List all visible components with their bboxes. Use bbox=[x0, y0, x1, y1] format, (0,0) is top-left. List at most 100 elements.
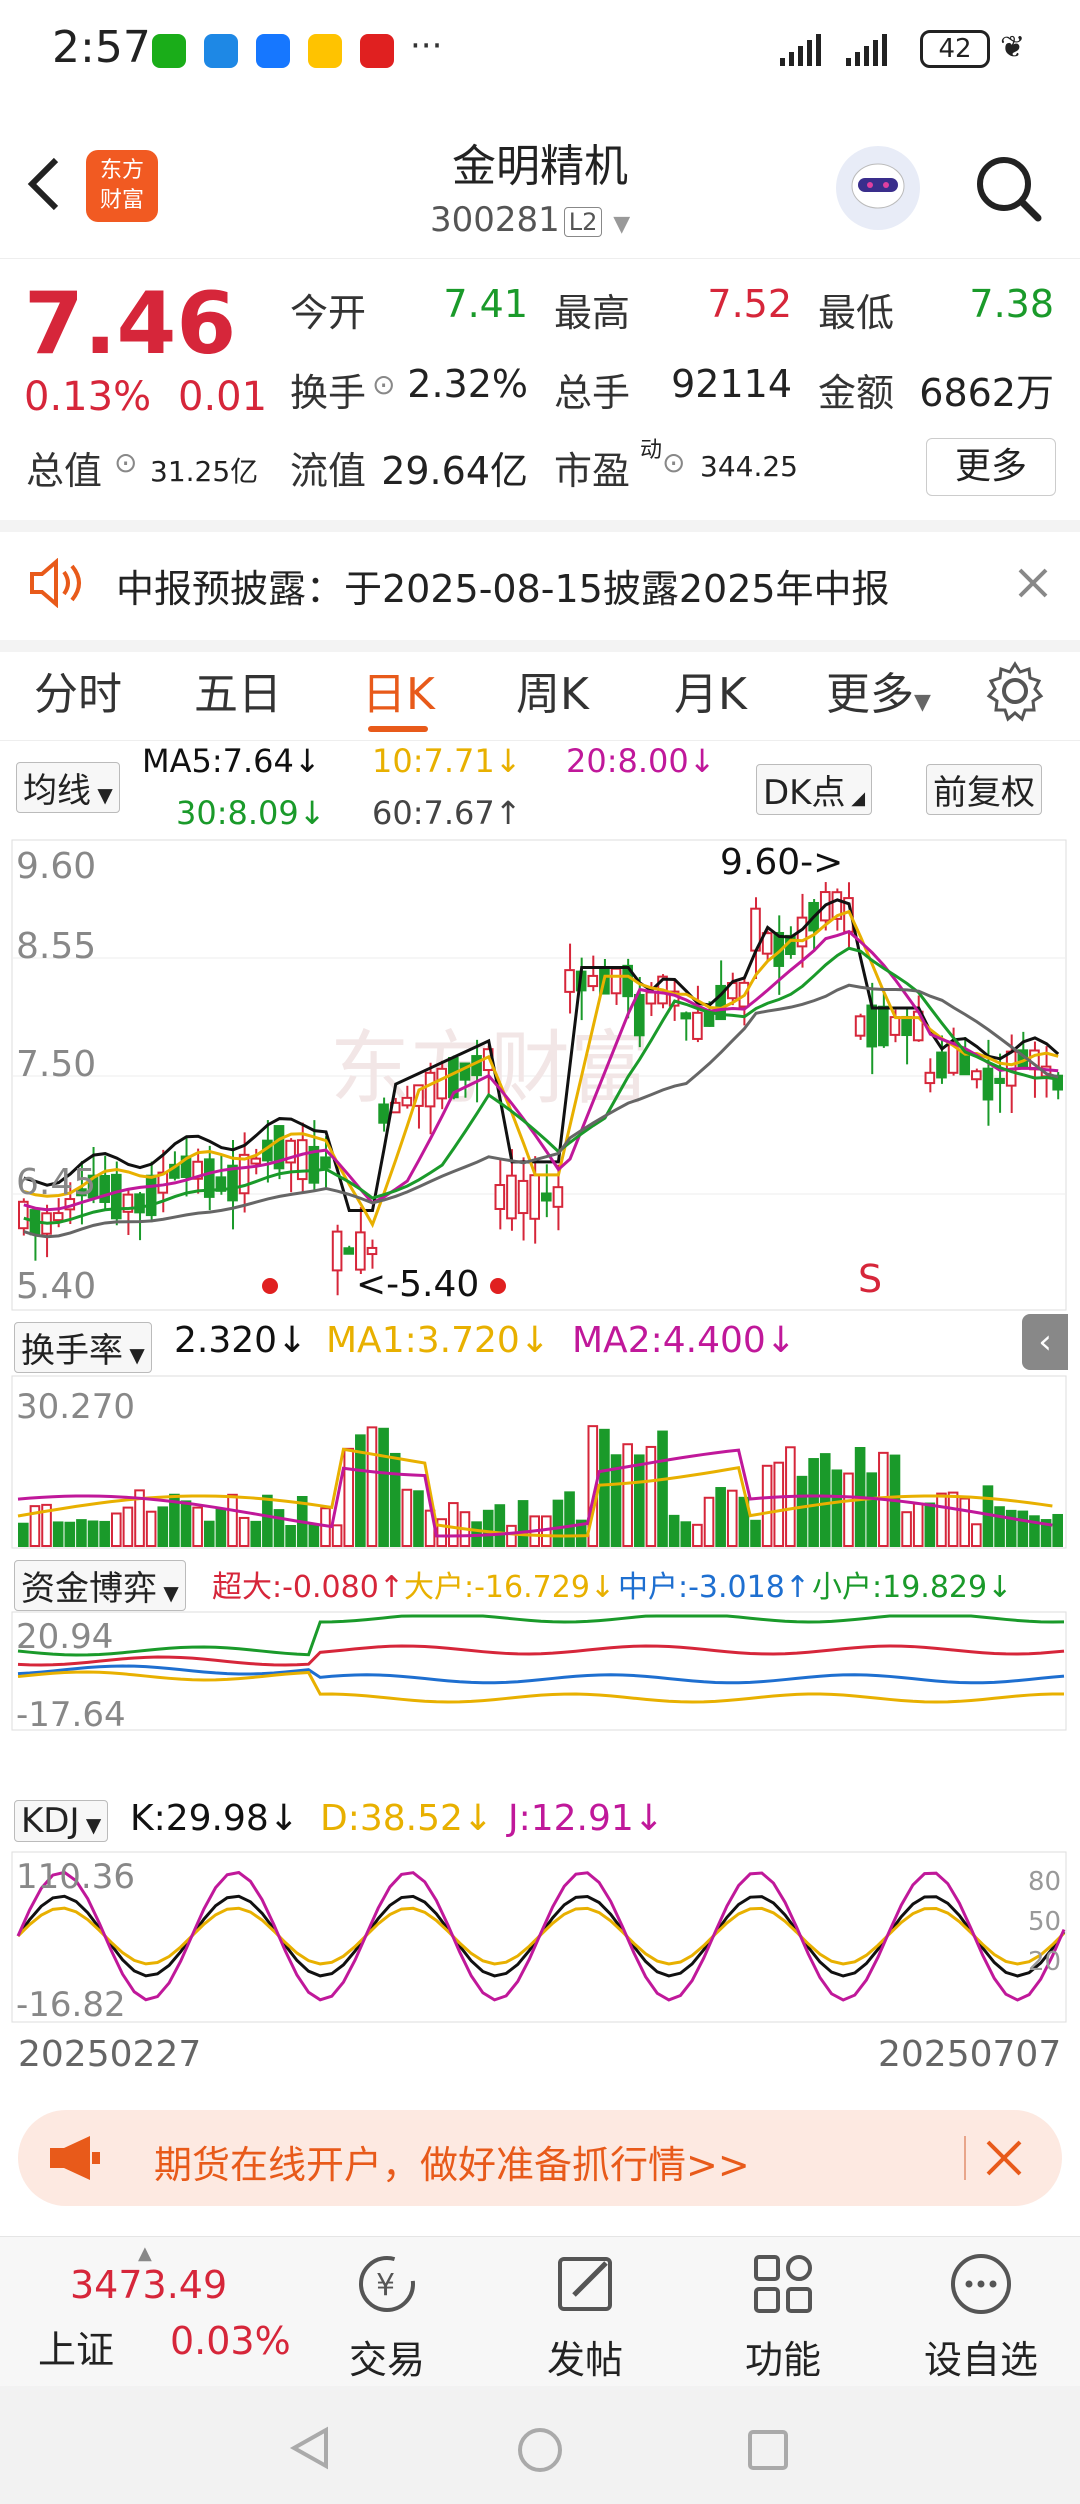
turnover-bar bbox=[808, 1458, 819, 1548]
turnover-bar bbox=[924, 1502, 936, 1547]
fund-select[interactable]: 资金博弈 ▼ bbox=[14, 1560, 186, 1611]
signal-dot bbox=[490, 1278, 506, 1294]
fund-line bbox=[17, 1670, 1065, 1704]
candle bbox=[401, 1096, 413, 1107]
info-icon[interactable]: ⊙ bbox=[372, 368, 395, 401]
ma30-value: 30:8.09↓ bbox=[176, 794, 326, 832]
turnover-select[interactable]: 换手率 ▼ bbox=[14, 1322, 152, 1373]
kdj-k: K:29.98↓ bbox=[130, 1798, 299, 1839]
candle bbox=[331, 1230, 343, 1272]
candle bbox=[296, 1139, 308, 1181]
nav-home-icon[interactable] bbox=[516, 2426, 564, 2474]
post-button[interactable]: 发帖 bbox=[510, 2249, 660, 2384]
adjust-fq-button[interactable]: 前复权 bbox=[926, 764, 1042, 815]
tab-intraday[interactable]: 分时 bbox=[34, 658, 122, 722]
turnover-bar bbox=[285, 1524, 296, 1547]
kdj-select[interactable]: KDJ ▼ bbox=[14, 1800, 109, 1842]
robot-assistant-icon[interactable] bbox=[836, 146, 920, 230]
turnover-ma1: MA1:3.720↓ bbox=[326, 1320, 550, 1361]
l2-badge: L2 bbox=[563, 206, 603, 237]
index-name: 上证 bbox=[38, 2328, 115, 2372]
dk-point-button[interactable]: DK点 ◢ bbox=[756, 764, 873, 815]
ma5-value: MA5:7.64↓ bbox=[142, 742, 321, 780]
turnover-value: 2.32% bbox=[407, 362, 528, 406]
candle bbox=[110, 1173, 122, 1220]
candle bbox=[366, 1246, 378, 1256]
turnover-bar bbox=[110, 1512, 122, 1547]
mktcap-label: 总值 bbox=[26, 449, 103, 493]
battery-icon: 42 bbox=[920, 30, 990, 68]
system-nav-bar bbox=[0, 2386, 1080, 2504]
date-start: 20250227 bbox=[18, 2034, 202, 2075]
info-icon[interactable]: ⊙ bbox=[114, 446, 137, 479]
stock-code: 300281 bbox=[430, 200, 560, 240]
turnover-bar bbox=[145, 1510, 157, 1547]
info-icon[interactable]: ⊙ bbox=[662, 446, 685, 479]
ma-select-label: 均线 bbox=[23, 771, 91, 811]
functions-button[interactable]: 功能 bbox=[708, 2249, 858, 2384]
notice-bar[interactable]: 中报预披露：于2025-08-15披露2025年中报 bbox=[0, 520, 1080, 652]
turnover-bar bbox=[413, 1490, 424, 1547]
candle bbox=[901, 1015, 912, 1037]
kline-chart-area[interactable]: 东方财富 9.60 8.55 7.50 6.45 5.40 9.60-> <-5… bbox=[0, 836, 1080, 2060]
turnover-bar bbox=[1017, 1510, 1029, 1548]
ma60-value: 60:7.67↑ bbox=[372, 794, 522, 832]
kdj-axis-top: 110.36 bbox=[16, 1857, 135, 1897]
tab-monthly-k[interactable]: 月K bbox=[674, 658, 747, 722]
close-icon[interactable] bbox=[1016, 566, 1050, 600]
turnover-bar bbox=[122, 1506, 134, 1548]
fund-big: 大户:-16.729↓ bbox=[404, 1570, 616, 1605]
turnover-bar bbox=[494, 1504, 506, 1548]
status-time: 2:57 bbox=[52, 22, 151, 73]
tab-daily-k[interactable]: 日K bbox=[362, 658, 435, 722]
more-button[interactable]: 更多 bbox=[926, 438, 1056, 496]
turnover-bar bbox=[599, 1428, 610, 1548]
turnover-label: 换手 bbox=[290, 371, 367, 415]
trade-button[interactable]: ¥ 交易 bbox=[312, 2249, 462, 2384]
turnover-bar bbox=[273, 1509, 285, 1547]
fund-small: 小户:19.829↓ bbox=[812, 1570, 1013, 1605]
fund-select-label: 资金博弈 bbox=[21, 1569, 157, 1609]
low-value: 7.38 bbox=[969, 282, 1054, 326]
collapse-panel-icon[interactable]: ‹ bbox=[1022, 1314, 1068, 1370]
candle bbox=[936, 1051, 947, 1079]
stock-code-row[interactable]: 300281 L2 ▼ bbox=[430, 200, 630, 240]
search-icon[interactable] bbox=[972, 152, 1044, 224]
turnover-bar bbox=[622, 1443, 633, 1548]
quote-panel: 7.46 0.13% 0.01 总值 ⊙ 31.25亿 今开 7.41 最高 7… bbox=[0, 260, 1080, 520]
turnover-bar bbox=[238, 1516, 250, 1548]
svg-text:¥: ¥ bbox=[376, 2268, 395, 2303]
tab-more[interactable]: 更多▼ bbox=[826, 658, 931, 722]
candle bbox=[924, 1071, 936, 1085]
settings-gear-icon[interactable] bbox=[984, 660, 1046, 722]
candle bbox=[343, 1247, 355, 1255]
kdj-d: D:38.52↓ bbox=[320, 1798, 494, 1839]
more-notifications-icon: ··· bbox=[410, 26, 443, 66]
notice-text: 中报预披露：于2025-08-15披露2025年中报 bbox=[116, 567, 890, 611]
candle bbox=[494, 1184, 506, 1210]
speaker-icon bbox=[30, 558, 81, 608]
candle bbox=[529, 1174, 541, 1220]
ad-banner[interactable]: 期货在线开户，做好准备抓行情>> bbox=[18, 2110, 1062, 2206]
caret-down-icon: ▼ bbox=[79, 1813, 102, 1837]
tab-five-day[interactable]: 五日 bbox=[194, 658, 282, 722]
candle bbox=[552, 1186, 564, 1208]
nav-back-icon[interactable] bbox=[288, 2426, 332, 2470]
index-quote[interactable]: ▲ 3473.49 上证 0.03% bbox=[0, 2237, 291, 2387]
add-watchlist-button[interactable]: 设自选 bbox=[906, 2249, 1056, 2384]
signal-dot bbox=[262, 1278, 278, 1294]
turnover-bar bbox=[912, 1502, 924, 1547]
turnover-value: 2.320↓ bbox=[174, 1320, 308, 1361]
candle bbox=[564, 969, 575, 993]
tab-weekly-k[interactable]: 周K bbox=[516, 658, 589, 722]
turnover-bar bbox=[1005, 1509, 1017, 1548]
signal-icon bbox=[780, 34, 887, 66]
candle bbox=[517, 1179, 529, 1215]
candle bbox=[994, 1077, 1005, 1084]
y-label-top: 9.60 bbox=[16, 846, 96, 887]
high-value: 7.52 bbox=[707, 282, 792, 326]
nav-recents-icon[interactable] bbox=[746, 2428, 790, 2472]
kdj-select-label: KDJ bbox=[21, 1801, 80, 1841]
ma-select[interactable]: 均线 ▼ bbox=[16, 762, 120, 813]
close-icon[interactable] bbox=[984, 2138, 1024, 2178]
